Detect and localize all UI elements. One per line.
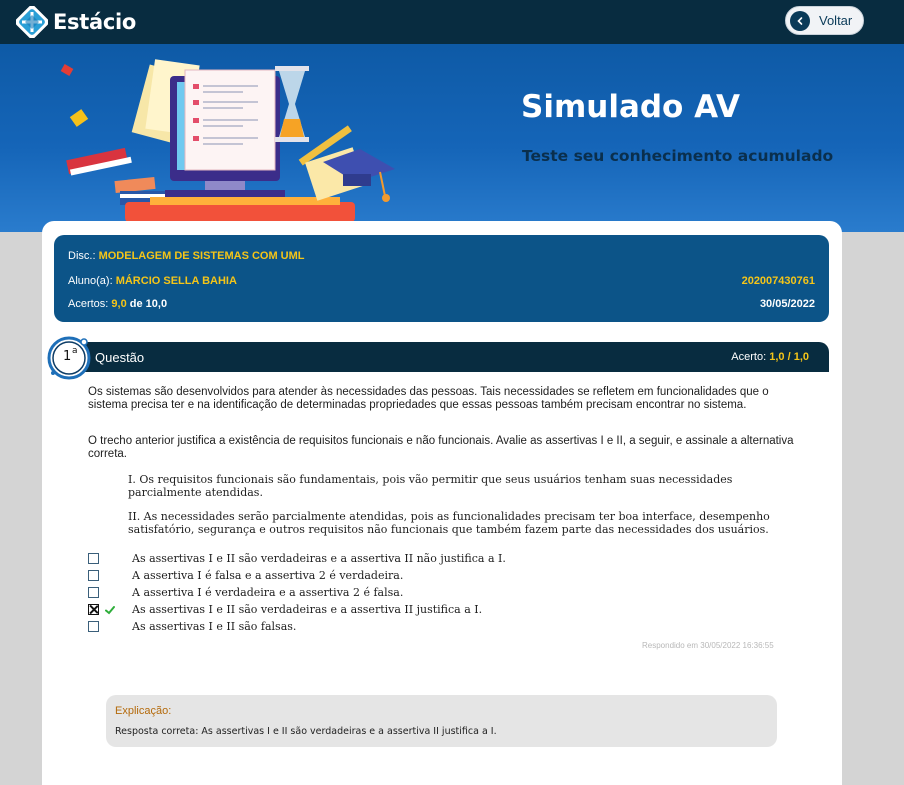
option-checkbox[interactable] — [88, 621, 99, 632]
study-illustration-icon — [60, 59, 395, 222]
option-label: A assertiva I é falsa e a assertiva 2 é … — [132, 569, 404, 582]
score-label: Acertos: — [68, 298, 109, 310]
question-score-value: 1,0 — [769, 351, 785, 363]
question-paragraph-1: Os sistemas são desenvolvidos para atend… — [88, 386, 769, 411]
page-subtitle: Teste seu conhecimento acumulado — [522, 147, 834, 165]
answer-option[interactable]: As assertivas I e II são falsas. — [88, 620, 538, 635]
student-info-panel: Disc.: MODELAGEM DE SISTEMAS COM UML Alu… — [54, 235, 829, 322]
question-number-suffix: a — [72, 346, 78, 356]
answer-option-selected[interactable]: As assertivas I e II são verdadeiras e a… — [88, 603, 538, 618]
question-number-badge: 1 a — [46, 334, 92, 380]
student-name: MÁRCIO SELLA BAHIA — [115, 275, 237, 287]
question-number: 1 — [63, 349, 72, 364]
banner: Simulado AV Teste seu conhecimento acumu… — [0, 44, 904, 232]
answer-option[interactable]: A assertiva I é falsa e a assertiva 2 é … — [88, 569, 538, 584]
discipline-row: Disc.: MODELAGEM DE SISTEMAS COM UML — [68, 250, 305, 262]
question-header: Questão Acerto: 1,0 / 1,0 — [58, 342, 829, 372]
option-checkbox-checked[interactable] — [88, 604, 99, 615]
score-row: Acertos: 9,0 de 10,0 — [68, 298, 167, 310]
brand-name: Estácio — [53, 10, 137, 34]
student-id: 202007430761 — [741, 275, 815, 287]
option-label: As assertivas I e II são falsas. — [132, 620, 297, 633]
discipline-value: MODELAGEM DE SISTEMAS COM UML — [98, 250, 305, 262]
exam-date: 30/05/2022 — [759, 298, 815, 310]
option-label: As assertivas I e II são verdadeiras e a… — [132, 603, 483, 616]
option-label: As assertivas I e II são verdadeiras e a… — [132, 552, 506, 565]
option-checkbox[interactable] — [88, 587, 99, 598]
discipline-label: Disc.: — [68, 250, 96, 262]
option-checkbox[interactable] — [88, 570, 99, 581]
answer-option[interactable]: A assertiva I é verdadeira e a assertiva… — [88, 586, 538, 601]
checkmark-icon — [105, 606, 115, 615]
top-bar: Estácio Voltar — [0, 0, 904, 44]
score-value: 9,0 — [111, 298, 127, 310]
answer-option[interactable]: As assertivas I e II são verdadeiras e a… — [88, 552, 538, 567]
student-row: Aluno(a): MÁRCIO SELLA BAHIA — [68, 275, 237, 287]
explanation-box: Explicação: Resposta correta: As asserti… — [106, 695, 777, 747]
question-score-sep: / — [787, 351, 791, 363]
assertion-1: I. Os requisitos funcionais são fundamen… — [128, 473, 733, 499]
estacio-logo-icon — [16, 6, 48, 38]
score-total: de 10,0 — [129, 298, 168, 310]
question-label: Questão — [95, 350, 145, 365]
option-checkbox[interactable] — [88, 553, 99, 564]
option-label: A assertiva I é verdadeira e a assertiva… — [132, 586, 404, 599]
student-label: Aluno(a): — [68, 275, 113, 287]
explanation-text: Resposta correta: As assertivas I e II s… — [115, 726, 497, 737]
question-paragraph-2: O trecho anterior justifica a existência… — [88, 435, 794, 460]
chevron-left-icon — [790, 10, 810, 31]
assertion-2: II. As necessidades serão parcialmente a… — [128, 510, 770, 536]
question-score: Acerto: 1,0 / 1,0 — [731, 351, 809, 363]
estacio-logo[interactable]: Estácio — [16, 5, 136, 39]
explanation-title: Explicação: — [115, 705, 172, 717]
back-label: Voltar — [819, 13, 853, 28]
back-button[interactable]: Voltar — [785, 6, 864, 35]
page-title: Simulado AV — [521, 89, 741, 125]
answered-timestamp: Respondido em 30/05/2022 16:36:55 — [642, 641, 774, 650]
question-score-total: 1,0 — [793, 351, 809, 363]
question-score-label: Acerto: — [731, 351, 767, 363]
